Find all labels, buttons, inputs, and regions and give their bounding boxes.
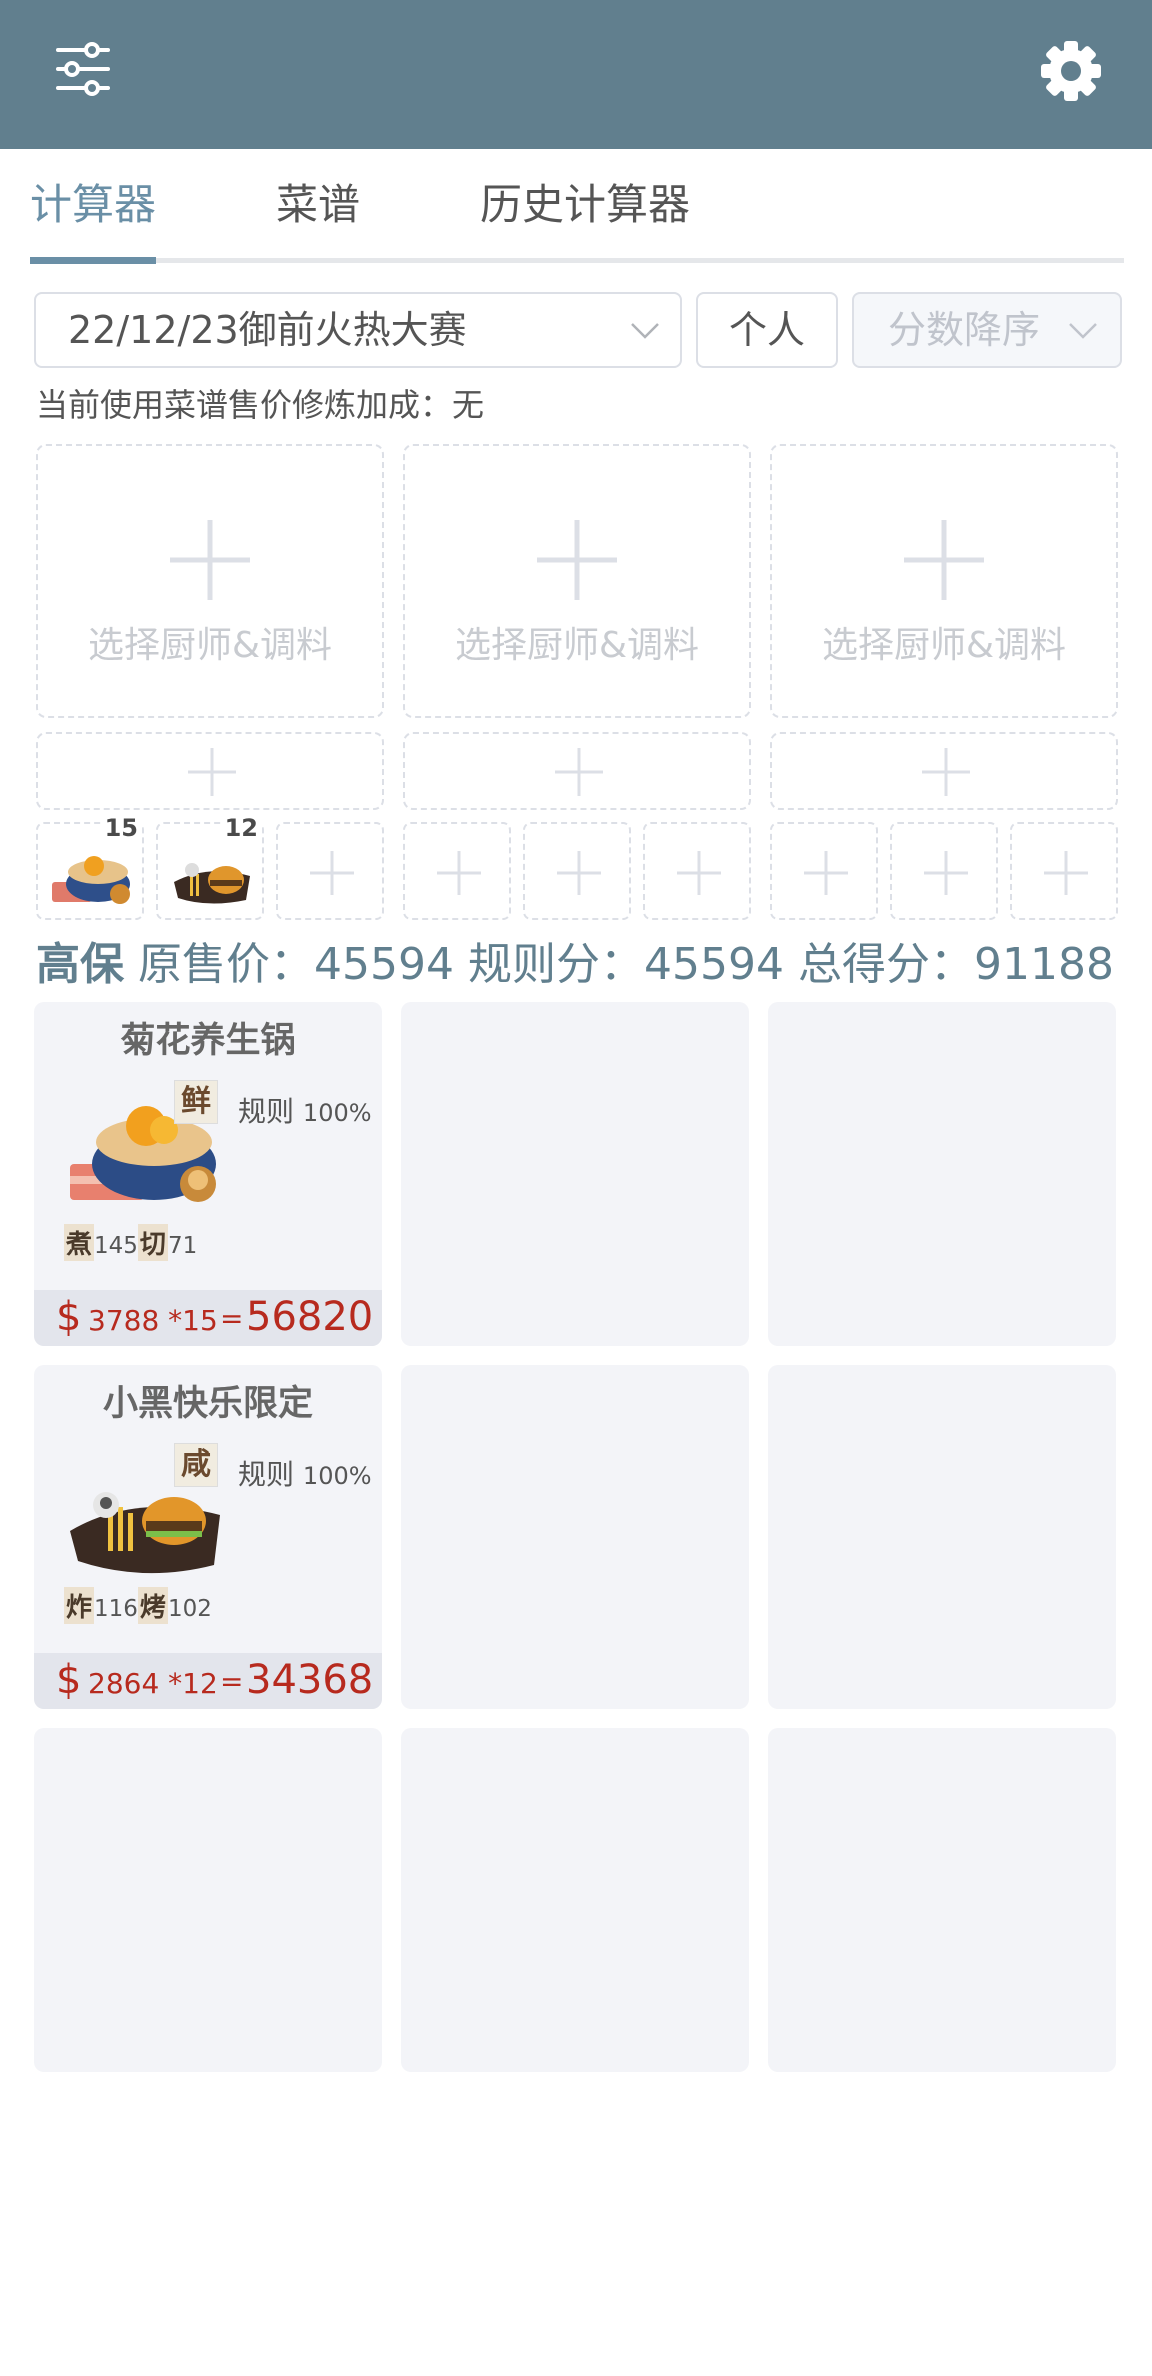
tab-calculator[interactable]: 计算器: [30, 175, 156, 255]
price-bar: $ 3788 *15 = 56820: [34, 1290, 382, 1346]
empty-recipe-card[interactable]: [401, 1365, 749, 1709]
recipe-slot[interactable]: [276, 822, 384, 920]
price-total: 34368: [246, 1657, 374, 1703]
mode-button[interactable]: 个人: [696, 292, 838, 368]
total-score-label: 总得分：: [797, 939, 974, 990]
skill-requirements: 炸116烤102: [64, 1587, 212, 1624]
plus-icon: [437, 851, 481, 895]
bonus-text: 当前使用菜谱售价修炼加成：无: [36, 386, 485, 424]
currency-symbol: $: [56, 1657, 82, 1703]
recipe-slot[interactable]: [890, 822, 998, 920]
empty-recipe-card[interactable]: [768, 1728, 1116, 2072]
rule-multiplier: 规则 100%: [238, 1095, 372, 1128]
recipe-card[interactable]: 小黑快乐限定 咸 规则 100% 炸116烤102 $ 2864 *12 = 3…: [34, 1365, 382, 1709]
condiment-badge: 鲜: [174, 1080, 218, 1124]
price-bar: $ 2864 *12 = 34368: [34, 1653, 382, 1709]
plus-icon: [804, 851, 848, 895]
chrysanthemum-hotpot-thumbnail: [52, 856, 130, 904]
recipe-count: 15: [100, 814, 142, 842]
recipe-card[interactable]: 菊花养生锅 鲜 规则 100% 煮145切71 $ 3788 *15 = 568…: [34, 1002, 382, 1346]
original-price-value: 45594: [314, 939, 454, 990]
recipe-slot[interactable]: [643, 822, 751, 920]
chef-slot[interactable]: 选择厨师&调料: [403, 444, 751, 718]
top-bar: [0, 0, 1152, 149]
plus-icon: [188, 748, 236, 796]
original-price-label: 原售价：: [138, 939, 314, 990]
empty-recipe-card[interactable]: [768, 1002, 1116, 1346]
tab-history-calculator[interactable]: 历史计算器: [480, 175, 690, 255]
plus-icon: [557, 851, 601, 895]
plus-icon: [922, 748, 970, 796]
rule-select-value: 22/12/23御前火热大赛: [68, 308, 467, 352]
tab-recipes[interactable]: 菜谱: [276, 175, 360, 255]
chevron-down-icon: [1069, 323, 1097, 339]
chef-slot-label: 选择厨师&调料: [87, 625, 333, 666]
sort-select-value: 分数降序: [888, 308, 1041, 352]
chef-slot[interactable]: 选择厨师&调料: [36, 444, 384, 718]
price-formula: 2864 *12: [88, 1667, 218, 1700]
guarantee-label: 高保: [36, 939, 124, 990]
chevron-down-icon: [631, 323, 659, 339]
skill-requirements: 煮145切71: [64, 1224, 197, 1261]
recipe-count: 12: [220, 814, 262, 842]
plus-icon: [677, 851, 721, 895]
equip-slot[interactable]: [403, 732, 751, 810]
chef-slot[interactable]: 选择厨师&调料: [770, 444, 1118, 718]
score-summary: 高保 原售价：45594 规则分：45594 总得分：91188: [36, 928, 1114, 992]
tab-track: [30, 258, 1124, 263]
recipe-slot[interactable]: [403, 822, 511, 920]
equip-slot[interactable]: [36, 732, 384, 810]
plus-icon: [1044, 851, 1088, 895]
condiment-badge: 咸: [174, 1443, 218, 1487]
sliders-icon[interactable]: [54, 40, 112, 98]
recipe-slot[interactable]: [1010, 822, 1118, 920]
currency-symbol: $: [56, 1294, 82, 1340]
plus-icon: [537, 520, 617, 600]
sort-select[interactable]: 分数降序: [852, 292, 1122, 368]
plus-icon: [555, 748, 603, 796]
recipe-slot[interactable]: 15: [36, 814, 144, 920]
tab-indicator: [30, 257, 156, 264]
tab-bar: 计算器 菜谱 历史计算器: [30, 175, 1124, 265]
empty-recipe-card[interactable]: [401, 1728, 749, 2072]
empty-recipe-card[interactable]: [768, 1365, 1116, 1709]
price-formula: 3788 *15: [88, 1304, 218, 1337]
plus-icon: [170, 520, 250, 600]
recipe-slot[interactable]: [523, 822, 631, 920]
empty-recipe-card[interactable]: [34, 1728, 382, 2072]
plus-icon: [904, 520, 984, 600]
xiaohei-platter-thumbnail: [174, 863, 250, 904]
recipe-name: 小黑快乐限定: [102, 1384, 313, 1424]
plus-icon: [310, 851, 354, 895]
gear-icon[interactable]: [1036, 36, 1106, 106]
recipe-slot[interactable]: [770, 822, 878, 920]
rule-multiplier: 规则 100%: [238, 1458, 372, 1491]
total-score-value: 91188: [973, 939, 1114, 990]
chef-slot-label: 选择厨师&调料: [454, 625, 700, 666]
recipe-slot[interactable]: 12: [156, 814, 264, 920]
plus-icon: [924, 851, 968, 895]
recipe-name: 菊花养生锅: [120, 1021, 296, 1061]
rule-select[interactable]: 22/12/23御前火热大赛: [34, 292, 682, 368]
rule-score-label: 规则分：: [467, 939, 644, 990]
empty-recipe-card[interactable]: [401, 1002, 749, 1346]
equip-slot[interactable]: [770, 732, 1118, 810]
price-total: 56820: [246, 1294, 374, 1340]
chef-slot-label: 选择厨师&调料: [821, 625, 1067, 666]
rule-score-value: 45594: [643, 939, 784, 990]
